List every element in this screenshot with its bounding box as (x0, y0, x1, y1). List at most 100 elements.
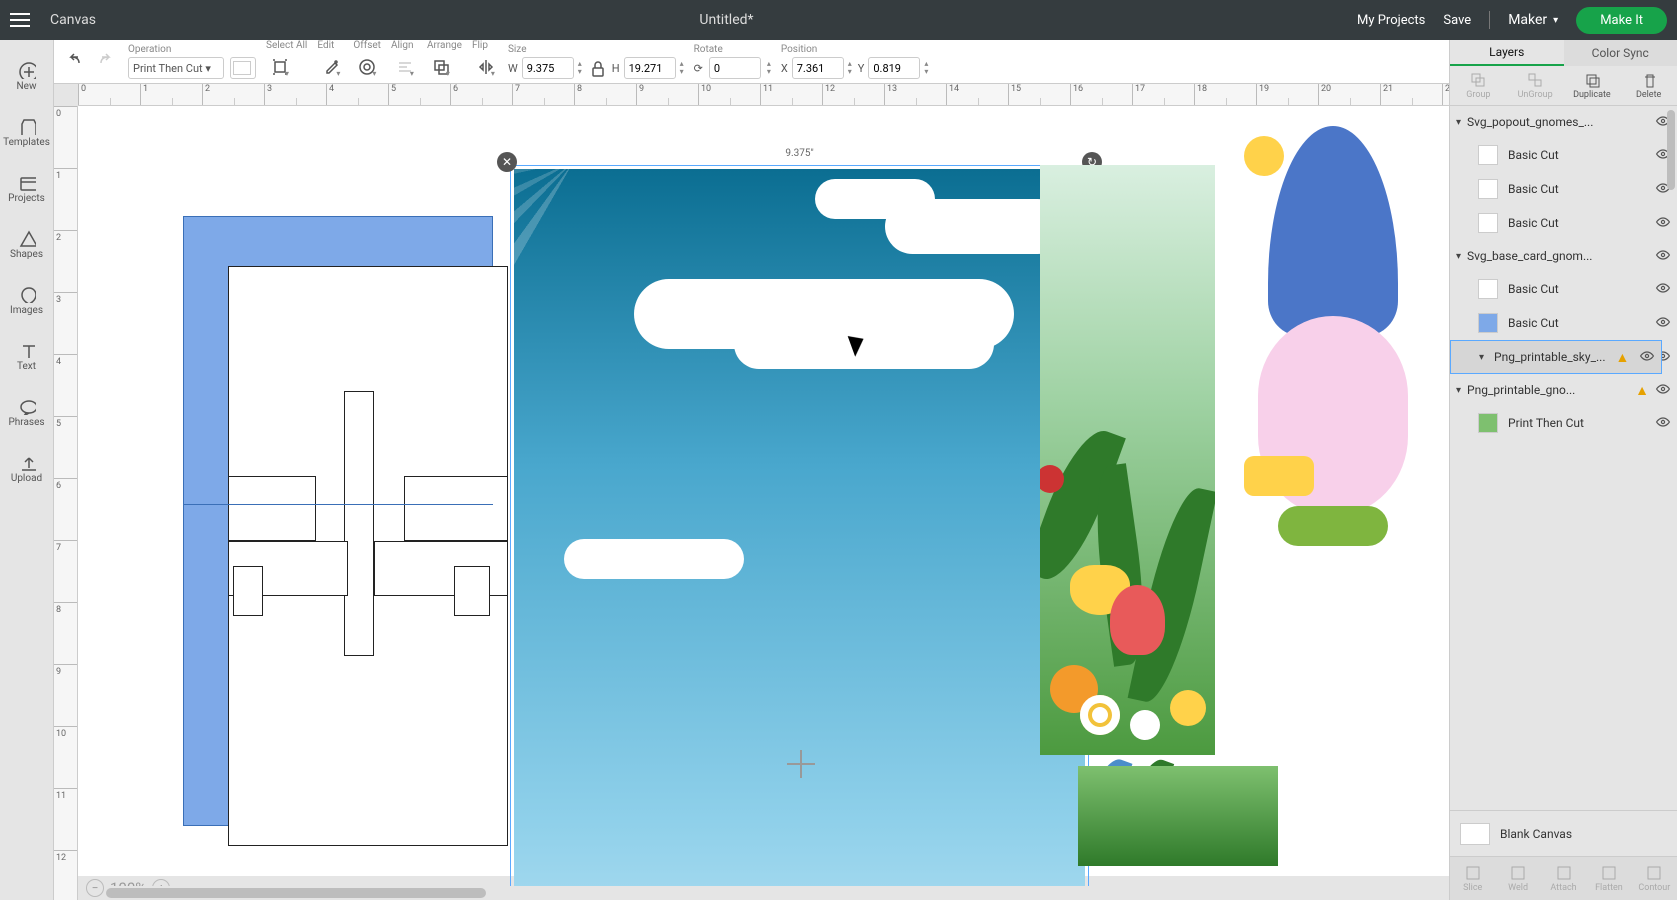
phrases-tool[interactable]: Phrases (0, 384, 54, 440)
canvas-area[interactable]: ✕ ↻ 9.375" 19.271" (78, 106, 1449, 876)
horizontal-scrollbar[interactable] (106, 886, 1449, 900)
my-projects-link[interactable]: My Projects (1357, 13, 1425, 28)
selection-width-label: 9.375" (785, 148, 813, 159)
machine-selector[interactable]: Maker ▾ (1508, 12, 1558, 28)
caret-down-icon[interactable]: ▾ (1479, 352, 1484, 363)
layer-item[interactable]: Basic Cut (1450, 138, 1677, 172)
sky-image[interactable] (514, 169, 1085, 900)
redo-button[interactable] (92, 47, 118, 73)
layer-item[interactable]: Basic Cut (1450, 306, 1677, 340)
layer-group-name: Png_printable_sky_... (1494, 350, 1605, 364)
caret-down-icon[interactable]: ▾ (1456, 117, 1461, 128)
layer-item[interactable]: Basic Cut (1450, 206, 1677, 240)
images-label: Images (10, 305, 43, 316)
offset-button[interactable] (353, 53, 379, 79)
rotate-field[interactable]: ⟳ ▴▾ (694, 57, 771, 79)
canvas-color-swatch[interactable] (1460, 823, 1490, 845)
duplicate-button[interactable]: Duplicate (1564, 66, 1621, 105)
layer-group[interactable]: ▾Svg_base_card_gnom... (1450, 240, 1677, 272)
make-it-button[interactable]: Make It (1576, 7, 1667, 34)
flip-button[interactable] (472, 53, 498, 79)
height-input[interactable] (624, 57, 676, 79)
popout-shape[interactable] (404, 476, 508, 541)
layer-thumbnail (1478, 279, 1498, 299)
meadow-image-2[interactable] (1078, 716, 1278, 866)
warning-icon: ▲ (1615, 349, 1629, 366)
center-crosshair-icon (787, 750, 815, 778)
vertical-ruler: 012345678910111213 (54, 106, 78, 900)
layer-label: Basic Cut (1508, 282, 1645, 296)
tab-layers[interactable]: Layers (1450, 40, 1564, 66)
edit-button[interactable] (317, 53, 343, 79)
popout-shape[interactable] (233, 566, 263, 616)
arrange-label: Arrange (427, 40, 462, 51)
layer-group[interactable]: ▾Svg_popout_gnomes_... (1450, 106, 1677, 138)
text-label: Text (17, 361, 36, 372)
zoom-out-button[interactable]: − (86, 879, 104, 897)
caret-down-icon[interactable]: ▾ (1456, 385, 1461, 396)
height-field[interactable]: H ▴▾ (612, 57, 684, 79)
attach-button: Attach (1541, 857, 1586, 900)
layer-item[interactable]: Basic Cut (1450, 272, 1677, 306)
layer-thumbnail (1478, 213, 1498, 233)
operation-select[interactable]: Print Then Cut ▾ (128, 57, 224, 79)
fold-line (183, 504, 493, 505)
popout-shape[interactable] (454, 566, 490, 616)
layer-group-name: Png_printable_gno... (1467, 383, 1629, 397)
images-tool[interactable]: Images (0, 272, 54, 328)
caret-down-icon[interactable]: ▾ (1456, 251, 1461, 262)
rotate-input[interactable] (709, 57, 761, 79)
shapes-tool[interactable]: Shapes (0, 216, 54, 272)
hamburger-icon[interactable] (10, 6, 38, 34)
layer-group[interactable]: ▾ Png_printable_gno... ▲ (1450, 374, 1677, 406)
slice-button: Slice (1450, 857, 1495, 900)
height-stepper[interactable]: ▴▾ (680, 60, 684, 76)
projects-tool[interactable]: Projects (0, 160, 54, 216)
operation-swatch[interactable] (230, 57, 256, 79)
layer-item[interactable]: Print Then Cut (1450, 406, 1677, 440)
width-field[interactable]: W ▴▾ (508, 57, 582, 79)
x-stepper[interactable]: ▴▾ (848, 60, 852, 76)
width-input[interactable] (522, 57, 574, 79)
y-stepper[interactable]: ▴▾ (924, 60, 928, 76)
save-link[interactable]: Save (1443, 13, 1471, 28)
layer-group[interactable]: ▾ Png_printable_sky_... ▲ (1450, 340, 1662, 374)
meadow-image[interactable] (1040, 165, 1215, 755)
new-tool[interactable]: New (0, 48, 54, 104)
x-input[interactable] (792, 57, 844, 79)
h-label: H (612, 62, 620, 75)
align-button (391, 53, 417, 79)
y-input[interactable] (868, 57, 920, 79)
visibility-toggle[interactable] (1639, 348, 1655, 367)
y-field[interactable]: Y ▴▾ (858, 57, 929, 79)
arrange-button[interactable] (427, 53, 453, 79)
new-label: New (17, 81, 37, 92)
templates-tool[interactable]: Templates (0, 104, 54, 160)
width-stepper[interactable]: ▴▾ (578, 60, 582, 76)
tab-colorsync[interactable]: Color Sync (1564, 40, 1677, 66)
popout-shape[interactable] (344, 391, 374, 656)
selectall-button[interactable] (266, 53, 292, 79)
warning-icon: ▲ (1635, 382, 1649, 399)
layer-item[interactable]: Basic Cut (1450, 172, 1677, 206)
y-label: Y (858, 62, 865, 75)
x-label: X (781, 62, 788, 75)
rotate-stepper[interactable]: ▴▾ (767, 60, 771, 76)
popout-shape[interactable] (228, 476, 316, 541)
layer-thumbnail (1478, 145, 1498, 165)
undo-button[interactable] (60, 47, 86, 73)
size-label: Size (508, 44, 527, 55)
layers-scrollbar[interactable] (1667, 110, 1675, 490)
selection-box[interactable]: ✕ ↻ 9.375" 19.271" (510, 165, 1089, 900)
doc-title: Untitled* (96, 12, 1357, 28)
text-tool[interactable]: Text (0, 328, 54, 384)
gnome-image[interactable] (1248, 126, 1418, 646)
lock-aspect-icon[interactable] (588, 59, 606, 77)
templates-label: Templates (3, 137, 50, 148)
phrases-label: Phrases (8, 417, 44, 428)
delete-button[interactable]: Delete (1620, 66, 1677, 105)
ungroup-button: UnGroup (1507, 66, 1564, 105)
upload-tool[interactable]: Upload (0, 440, 54, 496)
layer-thumbnail (1478, 413, 1498, 433)
x-field[interactable]: X ▴▾ (781, 57, 852, 79)
